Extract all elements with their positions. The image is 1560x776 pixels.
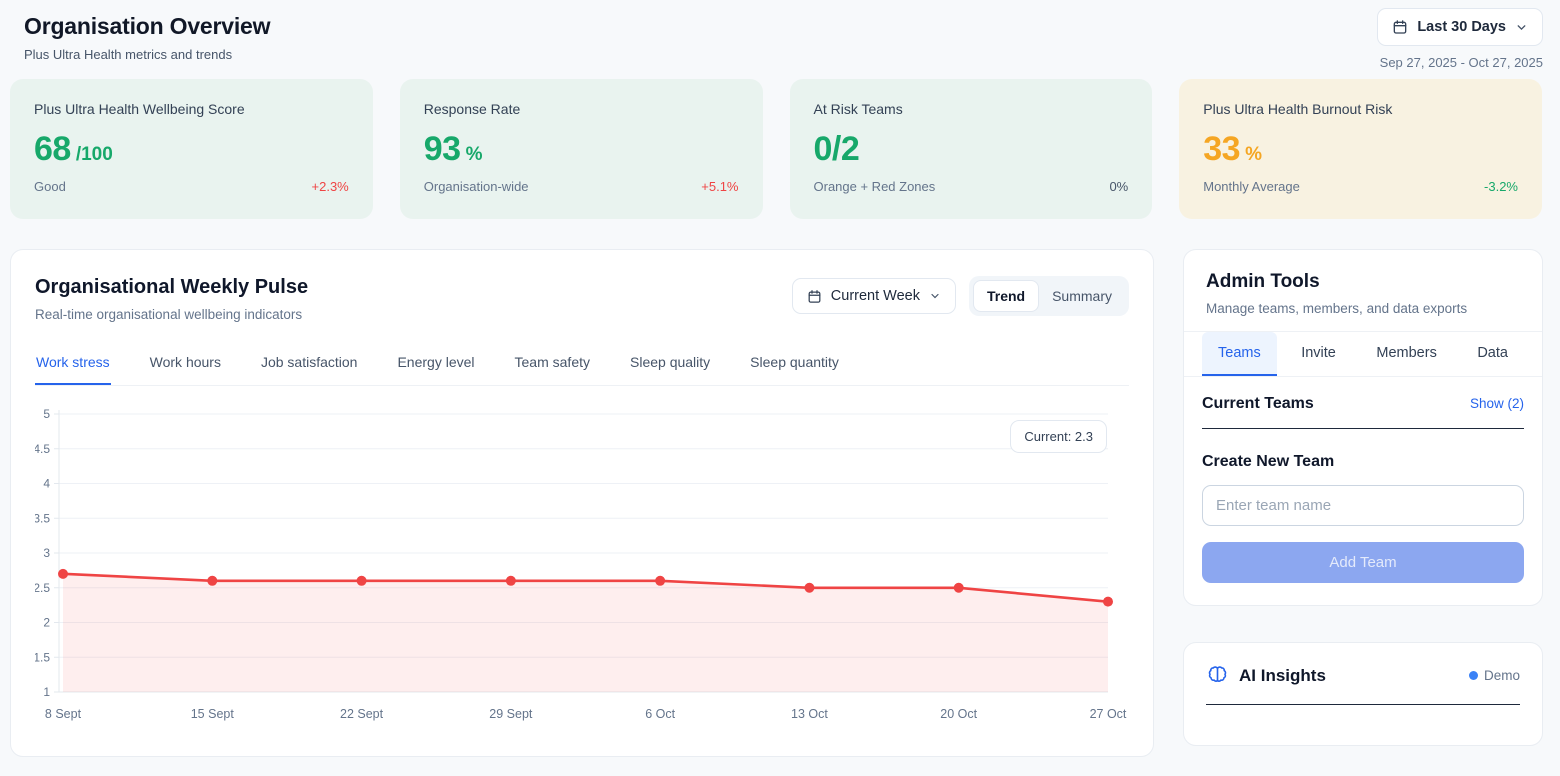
svg-text:27 Oct: 27 Oct <box>1090 707 1127 721</box>
svg-text:1.5: 1.5 <box>35 650 50 664</box>
demo-dot-icon <box>1469 671 1478 680</box>
svg-text:4.5: 4.5 <box>35 442 50 456</box>
metric-value: 33 <box>1203 130 1240 169</box>
date-range-text: Sep 27, 2025 - Oct 27, 2025 <box>1377 55 1543 70</box>
tab-work-stress[interactable]: Work stress <box>35 343 111 385</box>
pulse-controls: Current Week Trend Summary <box>792 276 1129 316</box>
metric-suffix: /100 <box>76 144 113 166</box>
pulse-subtitle: Real-time organisational wellbeing indic… <box>35 307 308 322</box>
header-right: Last 30 Days Sep 27, 2025 - Oct 27, 2025 <box>1377 8 1543 70</box>
metric-suffix: % <box>466 144 483 166</box>
metric-value: 93 <box>424 130 461 169</box>
week-select-label: Current Week <box>831 288 920 304</box>
chevron-down-icon <box>929 290 941 302</box>
brain-icon <box>1206 664 1229 687</box>
date-range-label: Last 30 Days <box>1417 19 1506 35</box>
add-team-button[interactable]: Add Team <box>1202 542 1524 583</box>
page-title: Organisation Overview <box>24 13 1542 40</box>
svg-text:2: 2 <box>43 616 50 630</box>
create-team-heading: Create New Team <box>1202 453 1524 471</box>
metric-delta: +5.1% <box>701 179 738 194</box>
calendar-icon <box>807 289 822 304</box>
date-range-button[interactable]: Last 30 Days <box>1377 8 1543 46</box>
team-name-input[interactable] <box>1202 485 1524 526</box>
pulse-heading: Organisational Weekly Pulse Real-time or… <box>35 276 308 322</box>
tab-job-satisfaction[interactable]: Job satisfaction <box>260 343 359 385</box>
metric-delta: +2.3% <box>312 179 349 194</box>
admin-tools-panel: Admin Tools Manage teams, members, and d… <box>1183 249 1543 606</box>
svg-text:13 Oct: 13 Oct <box>791 707 828 721</box>
svg-text:29 Sept: 29 Sept <box>489 707 533 721</box>
calendar-icon <box>1392 19 1408 35</box>
show-teams-link[interactable]: Show (2) <box>1470 396 1524 411</box>
current-teams-heading: Current Teams <box>1202 395 1314 413</box>
admin-tabs: Teams Invite Members Data <box>1184 332 1542 377</box>
svg-text:6 Oct: 6 Oct <box>645 707 675 721</box>
admin-tab-data[interactable]: Data <box>1461 332 1524 376</box>
svg-text:5: 5 <box>43 407 50 421</box>
week-select-button[interactable]: Current Week <box>792 278 956 314</box>
right-column: Admin Tools Manage teams, members, and d… <box>1183 249 1543 746</box>
weekly-pulse-panel: Organisational Weekly Pulse Real-time or… <box>10 249 1154 757</box>
svg-text:15 Sept: 15 Sept <box>191 707 235 721</box>
chevron-down-icon <box>1515 21 1528 34</box>
metric-card-at-risk-teams: At Risk Teams 0/2 Orange + Red Zones 0% <box>790 79 1153 219</box>
main-row: Organisational Weekly Pulse Real-time or… <box>10 249 1543 757</box>
metric-subtitle: Monthly Average <box>1203 179 1300 194</box>
svg-text:3: 3 <box>43 546 50 560</box>
metric-title: Plus Ultra Health Wellbeing Score <box>34 101 349 117</box>
view-toggle: Trend Summary <box>969 276 1129 316</box>
metric-delta: 0% <box>1109 179 1128 194</box>
metric-value: 0/2 <box>814 130 860 169</box>
metric-title: Plus Ultra Health Burnout Risk <box>1203 101 1518 117</box>
metric-subtitle: Orange + Red Zones <box>814 179 936 194</box>
tab-team-safety[interactable]: Team safety <box>514 343 591 385</box>
metric-card-wellbeing: Plus Ultra Health Wellbeing Score 68 /10… <box>10 79 373 219</box>
demo-badge-label: Demo <box>1484 668 1520 683</box>
demo-badge: Demo <box>1469 668 1520 683</box>
tab-work-hours[interactable]: Work hours <box>149 343 222 385</box>
svg-text:20 Oct: 20 Oct <box>940 707 977 721</box>
metric-suffix: % <box>1245 144 1262 166</box>
page-header: Organisation Overview Plus Ultra Health … <box>0 0 1560 62</box>
pulse-line-chart: 1 1.5 2 2.5 3 3.5 4 4.5 5 8 Sept 15 Sept 22 Sept 29 … <box>35 402 1131 728</box>
svg-text:22 Sept: 22 Sept <box>340 707 384 721</box>
metric-subtitle: Organisation-wide <box>424 179 529 194</box>
ai-insights-panel: AI Insights Demo <box>1183 642 1543 746</box>
metric-card-response-rate: Response Rate 93 % Organisation-wide +5.… <box>400 79 763 219</box>
divider <box>1202 428 1524 429</box>
metric-title: Response Rate <box>424 101 739 117</box>
divider <box>1206 704 1520 705</box>
svg-text:4: 4 <box>43 477 50 491</box>
current-value-badge: Current: 2.3 <box>1010 420 1107 453</box>
pulse-chart: 1 1.5 2 2.5 3 3.5 4 4.5 5 8 Sept 15 Sept 22 Sept 29 … <box>11 402 1153 733</box>
svg-text:1: 1 <box>43 685 50 699</box>
svg-text:2.5: 2.5 <box>35 581 50 595</box>
admin-tab-members[interactable]: Members <box>1360 332 1452 376</box>
admin-tools-subtitle: Manage teams, members, and data exports <box>1206 301 1520 316</box>
metric-cards-row: Plus Ultra Health Wellbeing Score 68 /10… <box>10 79 1542 219</box>
ai-insights-title: AI Insights <box>1239 666 1459 686</box>
metric-subtitle: Good <box>34 179 66 194</box>
metric-card-burnout-risk: Plus Ultra Health Burnout Risk 33 % Mont… <box>1179 79 1542 219</box>
tab-sleep-quantity[interactable]: Sleep quantity <box>749 343 840 385</box>
svg-text:3.5: 3.5 <box>35 511 50 525</box>
tab-sleep-quality[interactable]: Sleep quality <box>629 343 711 385</box>
admin-tab-invite[interactable]: Invite <box>1285 332 1352 376</box>
pulse-metric-tabs: Work stress Work hours Job satisfaction … <box>35 343 1129 386</box>
metric-value: 68 <box>34 130 71 169</box>
trend-toggle-button[interactable]: Trend <box>973 280 1039 312</box>
admin-tab-teams[interactable]: Teams <box>1202 332 1277 376</box>
svg-text:8 Sept: 8 Sept <box>45 707 82 721</box>
admin-tools-title: Admin Tools <box>1206 271 1520 293</box>
metric-title: At Risk Teams <box>814 101 1129 117</box>
pulse-title: Organisational Weekly Pulse <box>35 276 308 299</box>
metric-delta: -3.2% <box>1484 179 1518 194</box>
tab-energy-level[interactable]: Energy level <box>396 343 475 385</box>
summary-toggle-button[interactable]: Summary <box>1039 280 1125 312</box>
page-subtitle: Plus Ultra Health metrics and trends <box>24 47 1542 62</box>
